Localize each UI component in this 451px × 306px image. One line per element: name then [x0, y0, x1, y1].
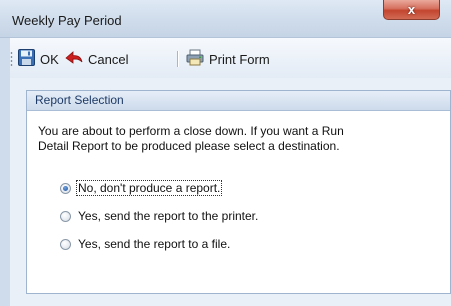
- print-form-label: Print Form: [209, 51, 270, 67]
- cancel-label: Cancel: [88, 51, 129, 67]
- save-disk-icon: [18, 49, 35, 69]
- radio-button[interactable]: [60, 210, 71, 222]
- printer-icon: [186, 49, 204, 69]
- title-bar[interactable]: Weekly Pay Period x: [0, 0, 451, 38]
- radio-button[interactable]: [60, 238, 71, 250]
- window-footer: [10, 296, 451, 306]
- option-send-to-printer-label[interactable]: Yes, send the report to the printer.: [77, 209, 259, 223]
- message-line-1: You are about to perform a close down. I…: [38, 124, 344, 138]
- toolbar-grip[interactable]: [10, 51, 13, 67]
- message-text: You are about to perform a close down. I…: [38, 124, 443, 154]
- option-no-report[interactable]: No, don't produce a report.: [60, 179, 223, 197]
- red-back-arrow-icon: [65, 50, 83, 69]
- panel-header: Report Selection: [27, 91, 450, 111]
- print-form-button[interactable]: Print Form: [186, 49, 270, 69]
- ok-label: OK: [40, 51, 59, 67]
- close-button[interactable]: x: [383, 0, 440, 20]
- option-no-report-label[interactable]: No, don't produce a report.: [75, 180, 223, 196]
- message-line-2: Detail Report to be produced please sele…: [38, 139, 340, 153]
- report-selection-panel: Report Selection You are about to perfor…: [26, 90, 451, 294]
- option-send-to-file[interactable]: Yes, send the report to a file.: [60, 235, 231, 253]
- cancel-button[interactable]: Cancel: [65, 49, 128, 69]
- dialog-window: Weekly Pay Period x OK Cancel Print Form…: [0, 0, 451, 306]
- window-frame-left: [0, 37, 10, 306]
- option-send-to-file-label[interactable]: Yes, send the report to a file.: [77, 237, 231, 251]
- ok-button[interactable]: OK: [18, 49, 59, 69]
- toolbar: OK Cancel Print Form: [10, 38, 451, 78]
- radio-button-selected[interactable]: [60, 182, 71, 194]
- window-title: Weekly Pay Period: [12, 13, 122, 28]
- toolbar-separator: [177, 51, 179, 67]
- close-icon: x: [407, 2, 416, 17]
- option-send-to-printer[interactable]: Yes, send the report to the printer.: [60, 207, 259, 225]
